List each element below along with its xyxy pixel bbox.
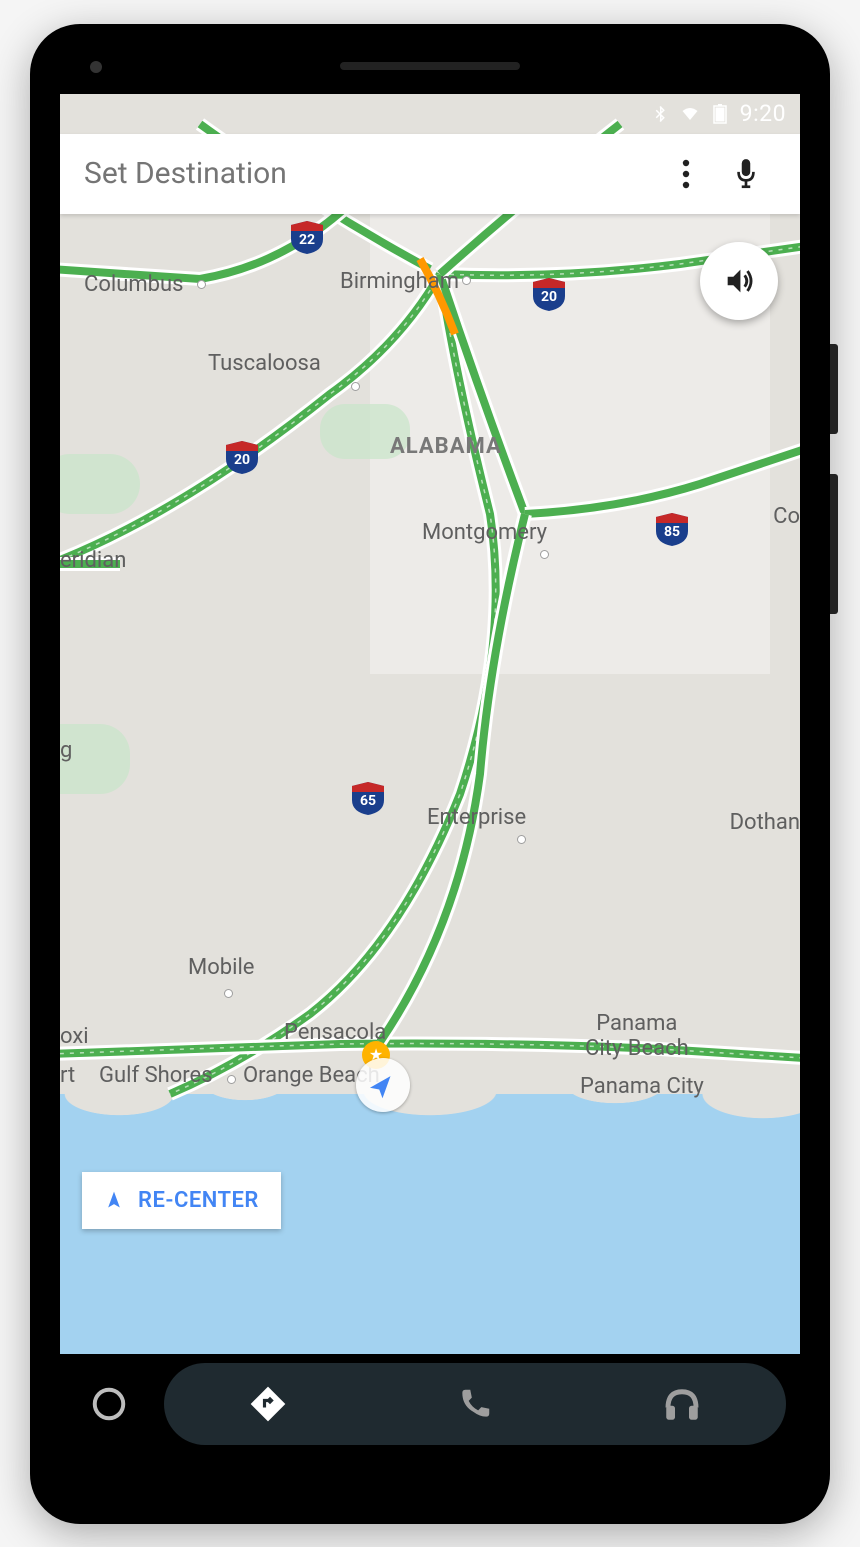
screen: Columbus Birmingham Tuscaloosa ALABAMA e… [60, 94, 800, 1454]
phone-camera [90, 61, 102, 73]
interstate-shield-65: 65 [350, 780, 386, 816]
directions-icon [247, 1383, 289, 1425]
volume-icon [722, 264, 756, 298]
nav-media-button[interactable] [580, 1383, 785, 1425]
wifi-icon [680, 104, 700, 124]
city-label-rt: rt [60, 1063, 75, 1088]
interstate-shield-20b: 20 [224, 439, 260, 475]
map-highlight-region [370, 134, 770, 674]
bluetooth-icon [650, 104, 670, 124]
interstate-shield-85: 85 [654, 511, 690, 547]
city-label-tuscaloosa: Tuscaloosa [208, 351, 321, 376]
city-label-birmingham: Birmingham [340, 269, 459, 294]
city-label-panama-city: Panama City [580, 1074, 704, 1099]
mute-toggle-button[interactable] [700, 242, 778, 320]
nav-phone-button[interactable] [372, 1385, 577, 1423]
city-label-co: Co [773, 504, 800, 529]
city-dot [197, 280, 206, 289]
volume-button [830, 474, 838, 614]
state-label: ALABAMA [390, 434, 502, 459]
city-dot [517, 835, 526, 844]
navigation-arrow-icon [369, 1071, 397, 1099]
interstate-shield-22: 22 [289, 219, 325, 255]
city-label-eridian: eridian [60, 548, 126, 573]
city-dot [540, 550, 549, 559]
city-dot [227, 1075, 236, 1084]
city-label-oxi: oxi [60, 1024, 89, 1049]
city-label-mobile: Mobile [188, 955, 254, 980]
recenter-button[interactable]: RE-CENTER [82, 1172, 281, 1229]
headphones-icon [661, 1383, 703, 1425]
phone-speaker [340, 62, 520, 70]
city-dot [351, 382, 360, 391]
power-button [830, 344, 838, 434]
phone-device-frame: Columbus Birmingham Tuscaloosa ALABAMA e… [30, 24, 830, 1524]
current-location-marker [356, 1058, 410, 1112]
city-label-montgomery: Montgomery [422, 520, 547, 545]
circle-icon [90, 1385, 128, 1423]
recenter-label: RE-CENTER [138, 1188, 259, 1213]
search-placeholder: Set Destination [84, 156, 656, 191]
city-label-dothan: Dothan [730, 810, 800, 835]
voice-search-button[interactable] [716, 144, 776, 204]
city-dot [224, 989, 233, 998]
nav-directions-button[interactable] [165, 1383, 370, 1425]
bottom-nav-bar [60, 1354, 800, 1454]
interstate-shield-20a: 20 [531, 276, 567, 312]
city-dot [462, 276, 471, 285]
overflow-menu-button[interactable] [656, 144, 716, 204]
city-label-gulf-shores: Gulf Shores [99, 1063, 213, 1088]
city-label-columbus: Columbus [84, 272, 183, 297]
nav-pill [164, 1363, 786, 1445]
battery-icon [710, 104, 730, 124]
city-label-enterprise: Enterprise [427, 805, 526, 830]
map-park-1 [60, 454, 140, 514]
status-bar: 9:20 [60, 94, 800, 134]
city-label-g: g [60, 738, 72, 763]
home-button[interactable] [74, 1385, 144, 1423]
status-time: 9:20 [740, 100, 786, 127]
navigation-arrow-icon [104, 1190, 124, 1210]
phone-icon [456, 1385, 494, 1423]
microphone-icon [733, 157, 759, 191]
kebab-icon [682, 159, 690, 189]
search-bar[interactable]: Set Destination [60, 134, 800, 214]
map-canvas[interactable]: Columbus Birmingham Tuscaloosa ALABAMA e… [60, 94, 800, 1354]
city-label-panama-city-beach: Panama City Beach [585, 1011, 689, 1061]
